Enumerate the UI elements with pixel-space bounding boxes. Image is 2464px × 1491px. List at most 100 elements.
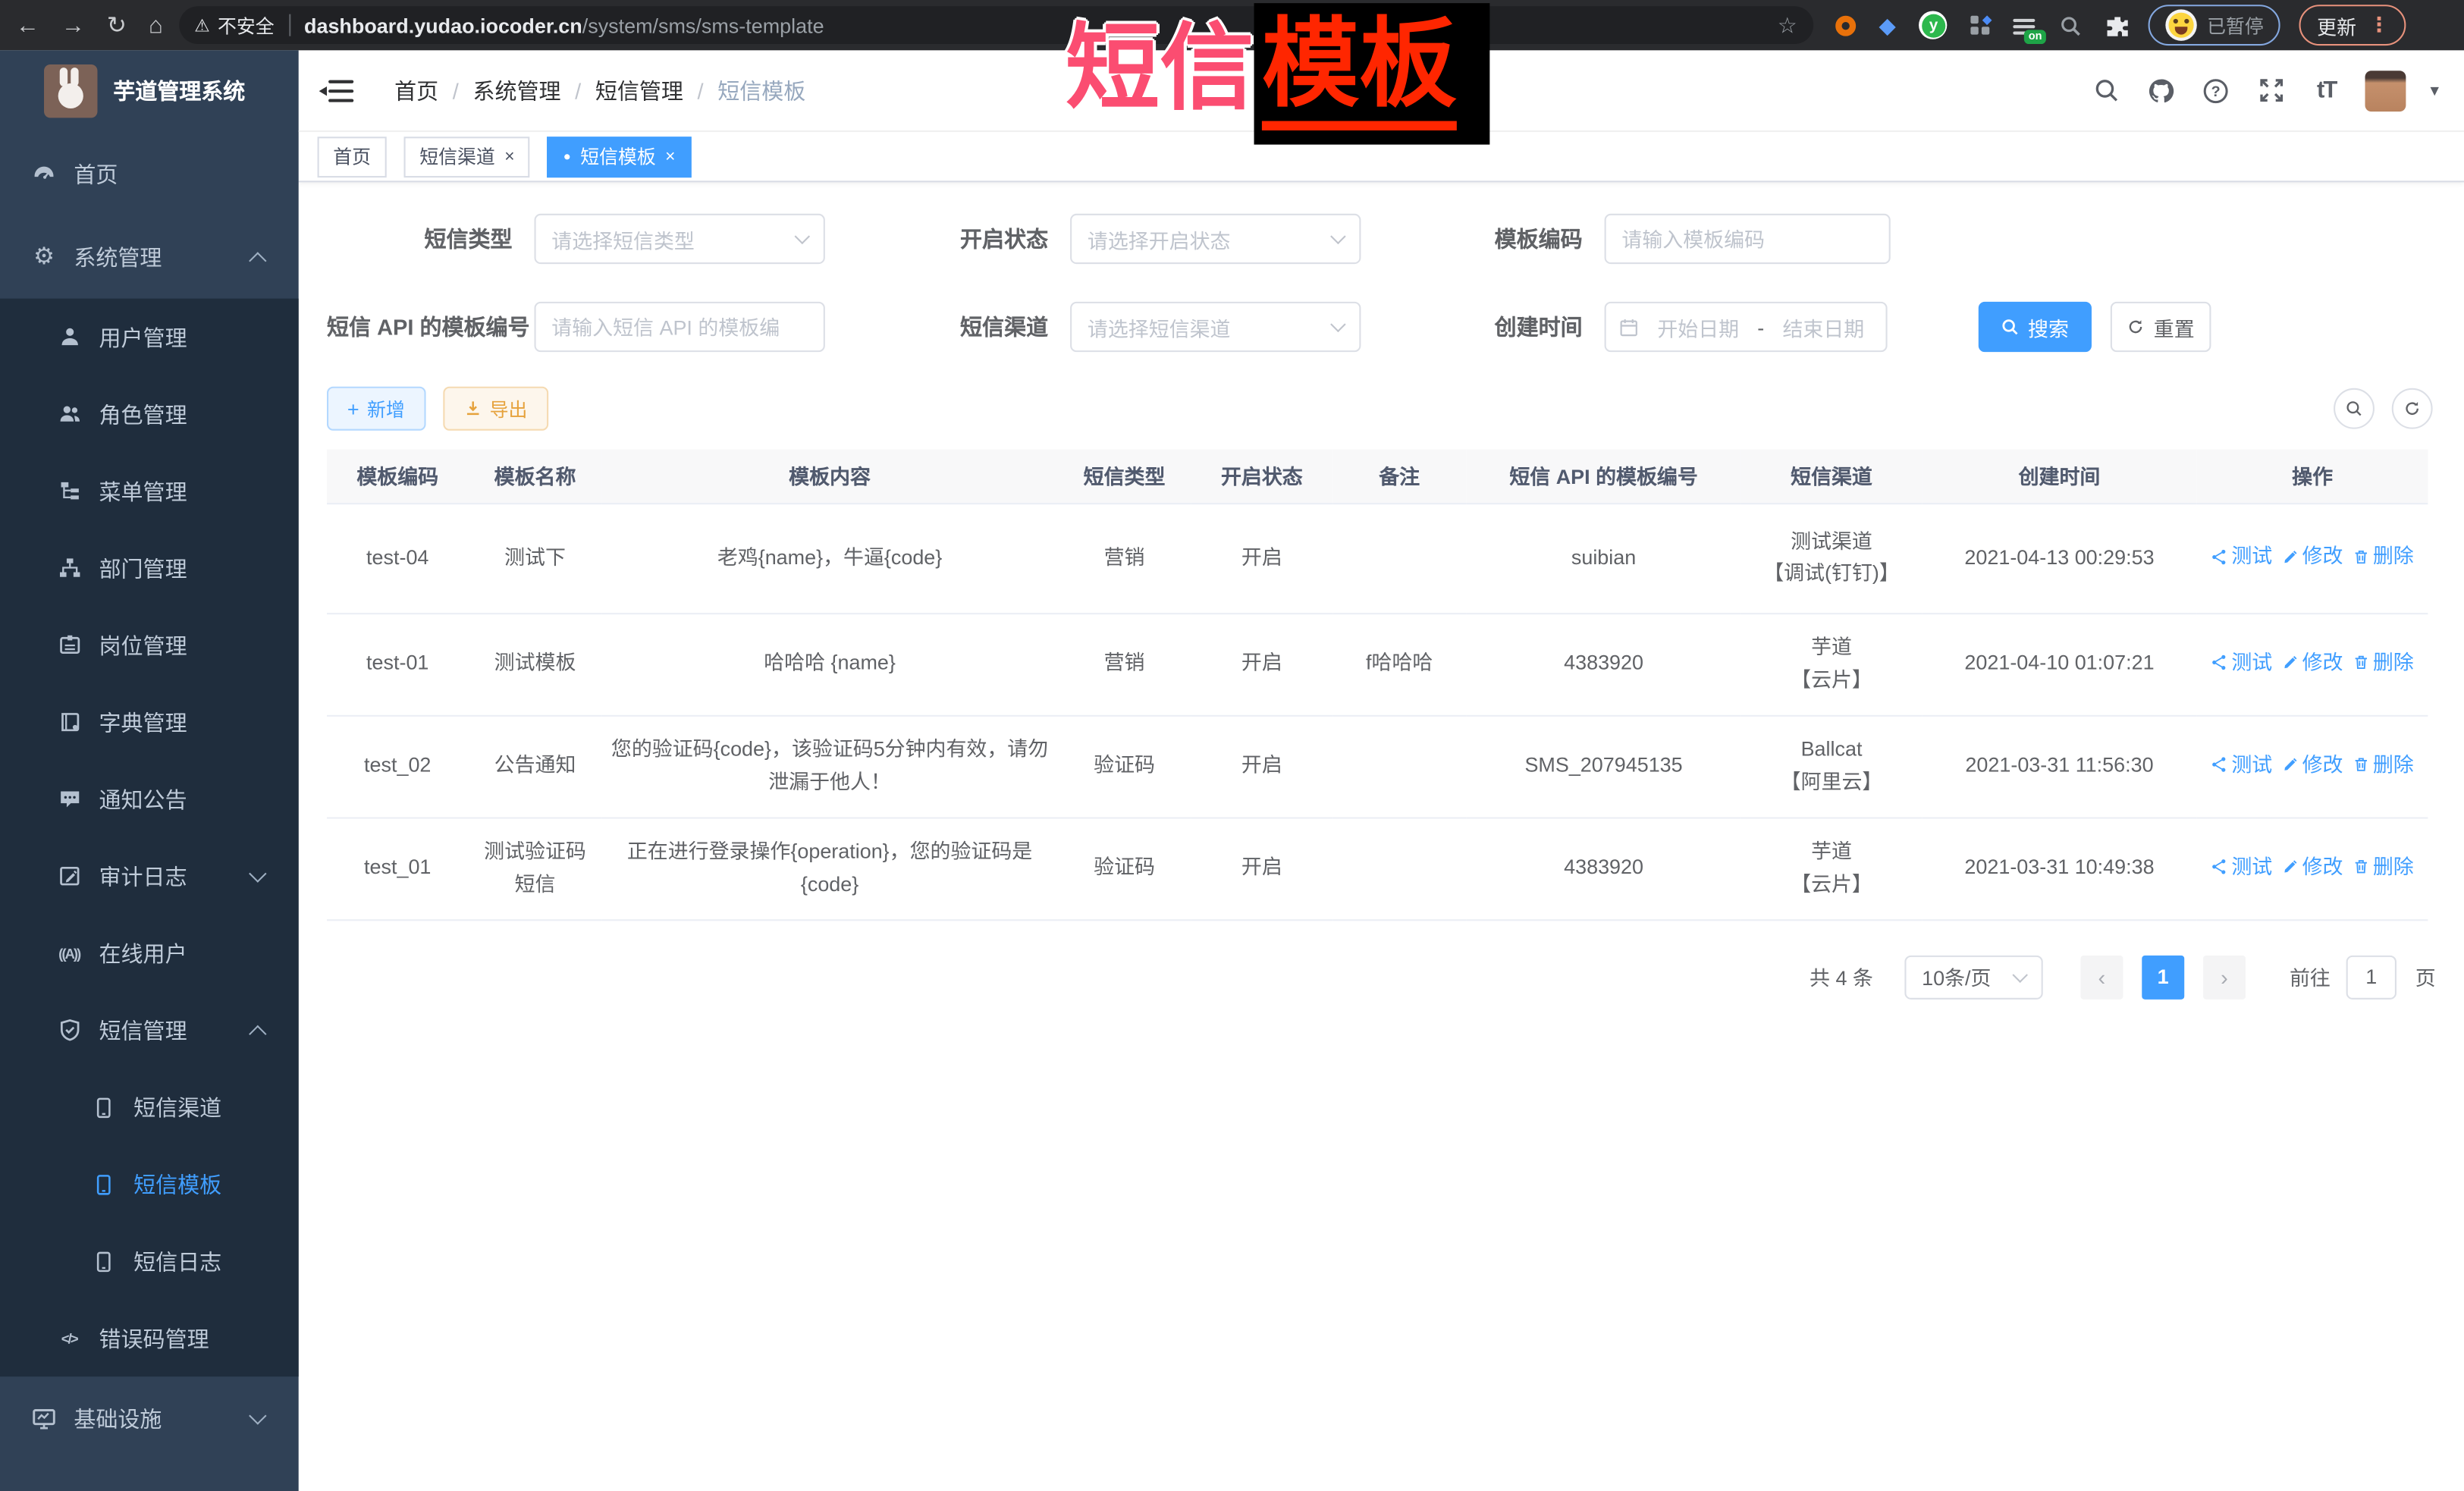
tab-label: 短信模板 [580, 143, 655, 170]
extension-gem-icon[interactable]: ◆ [1879, 14, 1895, 36]
sidebar-item-users[interactable]: 用户管理 [0, 299, 299, 376]
book-icon [57, 711, 82, 734]
chevron-down-icon [249, 864, 266, 881]
cell-type: 验证码 [1058, 817, 1191, 919]
breadcrumb-system[interactable]: 系统管理 [472, 74, 560, 105]
help-icon[interactable]: ? [2201, 76, 2232, 104]
edit-link[interactable]: 修改 [2282, 749, 2343, 781]
sidebar-item-menus[interactable]: 菜单管理 [0, 453, 299, 530]
edit-icon [2282, 548, 2299, 566]
calendar-icon [1618, 317, 1639, 337]
cell-created: 2021-03-31 11:56:30 [1922, 715, 2197, 818]
sidebar-item-sms-log[interactable]: 短信日志 [0, 1223, 299, 1300]
delete-link[interactable]: 删除 [2353, 647, 2414, 679]
fullscreen-icon[interactable] [2255, 77, 2287, 104]
sidebar-item-sms[interactable]: 短信管理 [0, 991, 299, 1069]
page-size-select[interactable]: 10条/页 [1904, 955, 2042, 999]
tab-sms-channel[interactable]: 短信渠道 × [404, 136, 531, 177]
sidebar-logo[interactable]: 芋道管理系统 [0, 50, 299, 132]
url-text: dashboard.yudao.iocoder.cn/system/sms/sm… [304, 14, 1778, 37]
browser-reload-icon[interactable]: ↻ [107, 14, 127, 37]
browser-update-button[interactable]: 更新 ⋮ [2299, 5, 2406, 46]
sidebar-item-sms-channel[interactable]: 短信渠道 [0, 1069, 299, 1146]
channel-select[interactable]: 请选择短信渠道 [1070, 302, 1361, 352]
page-1-button[interactable]: 1 [2142, 955, 2184, 999]
cell-actions: 测试修改删除 [2197, 817, 2428, 919]
reset-button[interactable]: 重置 [2111, 302, 2211, 352]
goto-page-input[interactable] [2346, 955, 2397, 999]
browser-back-icon[interactable]: ← [16, 14, 39, 37]
sidebar-item-roles[interactable]: 角色管理 [0, 375, 299, 453]
tab-home[interactable]: 首页 [318, 136, 387, 177]
avatar-caret-icon[interactable]: ▾ [2430, 80, 2438, 101]
create-time-range-picker[interactable]: 开始日期 - 结束日期 [1605, 302, 1888, 352]
edit-link[interactable]: 修改 [2282, 851, 2343, 883]
sidebar-item-audit-log[interactable]: 审计日志 [0, 837, 299, 915]
sidebar-item-notice[interactable]: 通知公告 [0, 761, 299, 838]
github-icon[interactable] [2145, 76, 2177, 104]
breadcrumb-sms[interactable]: 短信管理 [595, 74, 683, 105]
cell-channel: 芋道【云片】 [1741, 613, 1922, 715]
header-search-icon[interactable] [2091, 77, 2122, 104]
browser-profile-button[interactable]: 已暂停 [2149, 5, 2280, 46]
address-bar[interactable]: ⚠ 不安全 dashboard.yudao.iocoder.cn/system/… [178, 6, 1813, 44]
export-button[interactable]: 导出 [443, 387, 548, 431]
sms-type-select[interactable]: 请选择短信类型 [535, 214, 825, 264]
sidebar-item-dict[interactable]: 字典管理 [0, 683, 299, 761]
edit-link[interactable]: 修改 [2282, 647, 2343, 679]
search-label: 搜索 [2028, 312, 2069, 341]
test-link[interactable]: 测试 [2211, 851, 2272, 883]
close-icon[interactable]: × [665, 147, 675, 166]
test-link[interactable]: 测试 [2211, 541, 2272, 573]
api-template-id-input[interactable] [551, 315, 808, 338]
cell-type: 营销 [1058, 503, 1191, 613]
test-link[interactable]: 测试 [2211, 749, 2272, 781]
extension-y-icon[interactable]: y [1919, 11, 1948, 39]
test-link[interactable]: 测试 [2211, 647, 2272, 679]
extension-list-icon[interactable]: on [2014, 16, 2036, 35]
add-button[interactable]: + 新增 [327, 387, 425, 431]
table-row: test-01 测试模板 哈哈哈 {name} 营销 开启 f哈哈哈 43839… [327, 613, 2428, 715]
cell-api-id: 4383920 [1466, 613, 1741, 715]
delete-link[interactable]: 删除 [2353, 541, 2414, 573]
browser-home-icon[interactable]: ⌂ [149, 14, 163, 37]
extension-magnifier-icon[interactable] [2059, 14, 2083, 37]
status-select[interactable]: 请选择开启状态 [1070, 214, 1361, 264]
cell-remark [1332, 817, 1466, 919]
tab-sms-template[interactable]: ● 短信模板 × [548, 136, 691, 177]
sidebar-item-error-code[interactable]: </> 错误码管理 [0, 1300, 299, 1377]
bookmark-star-icon[interactable]: ☆ [1778, 12, 1797, 39]
user-avatar[interactable] [2365, 70, 2406, 111]
extensions-puzzle-icon[interactable] [2106, 14, 2130, 37]
sidebar-item-infra[interactable]: 基础设施 [0, 1376, 299, 1460]
browser-forward-icon[interactable]: → [61, 14, 85, 37]
sidebar-item-online-users[interactable]: ((A)) 在线用户 [0, 915, 299, 992]
sidebar-item-departments[interactable]: 部门管理 [0, 529, 299, 607]
sidebar-item-system[interactable]: ⚙ 系统管理 [0, 215, 299, 299]
refresh-table-button[interactable] [2392, 388, 2433, 429]
next-page-button[interactable]: › [2203, 955, 2246, 999]
close-icon[interactable]: × [504, 147, 514, 166]
delete-link[interactable]: 删除 [2353, 851, 2414, 883]
delete-link[interactable]: 删除 [2353, 749, 2414, 781]
extension-ring-icon[interactable] [1835, 15, 1855, 36]
screen: ← → ↻ ⌂ ⚠ 不安全 dashboard.yudao.iocoder.cn… [0, 0, 2464, 1491]
template-code-input[interactable] [1621, 227, 1873, 250]
extension-grid-icon[interactable]: ◆ [1971, 16, 1990, 35]
prev-page-button[interactable]: ‹ [2080, 955, 2123, 999]
breadcrumb-home[interactable]: 首页 [394, 74, 438, 105]
browser-menu-icon[interactable]: ⋮ [2369, 13, 2390, 38]
cell-api-id: suibian [1466, 503, 1741, 613]
collapse-sidebar-icon[interactable] [322, 80, 353, 102]
font-size-icon[interactable]: tT [2311, 77, 2342, 104]
url-path: /system/sms/sms-template [582, 14, 824, 37]
sidebar-item-sms-template[interactable]: 短信模板 [0, 1146, 299, 1223]
sidebar-item-home[interactable]: 首页 [0, 132, 299, 215]
chevron-up-icon [249, 251, 266, 268]
edit-link[interactable]: 修改 [2282, 541, 2343, 573]
col-header: 备注 [1332, 450, 1466, 503]
hide-search-button[interactable] [2334, 388, 2375, 429]
gear-icon: ⚙ [31, 245, 56, 268]
search-button[interactable]: 搜索 [1979, 302, 2092, 352]
sidebar-item-posts[interactable]: 岗位管理 [0, 607, 299, 684]
